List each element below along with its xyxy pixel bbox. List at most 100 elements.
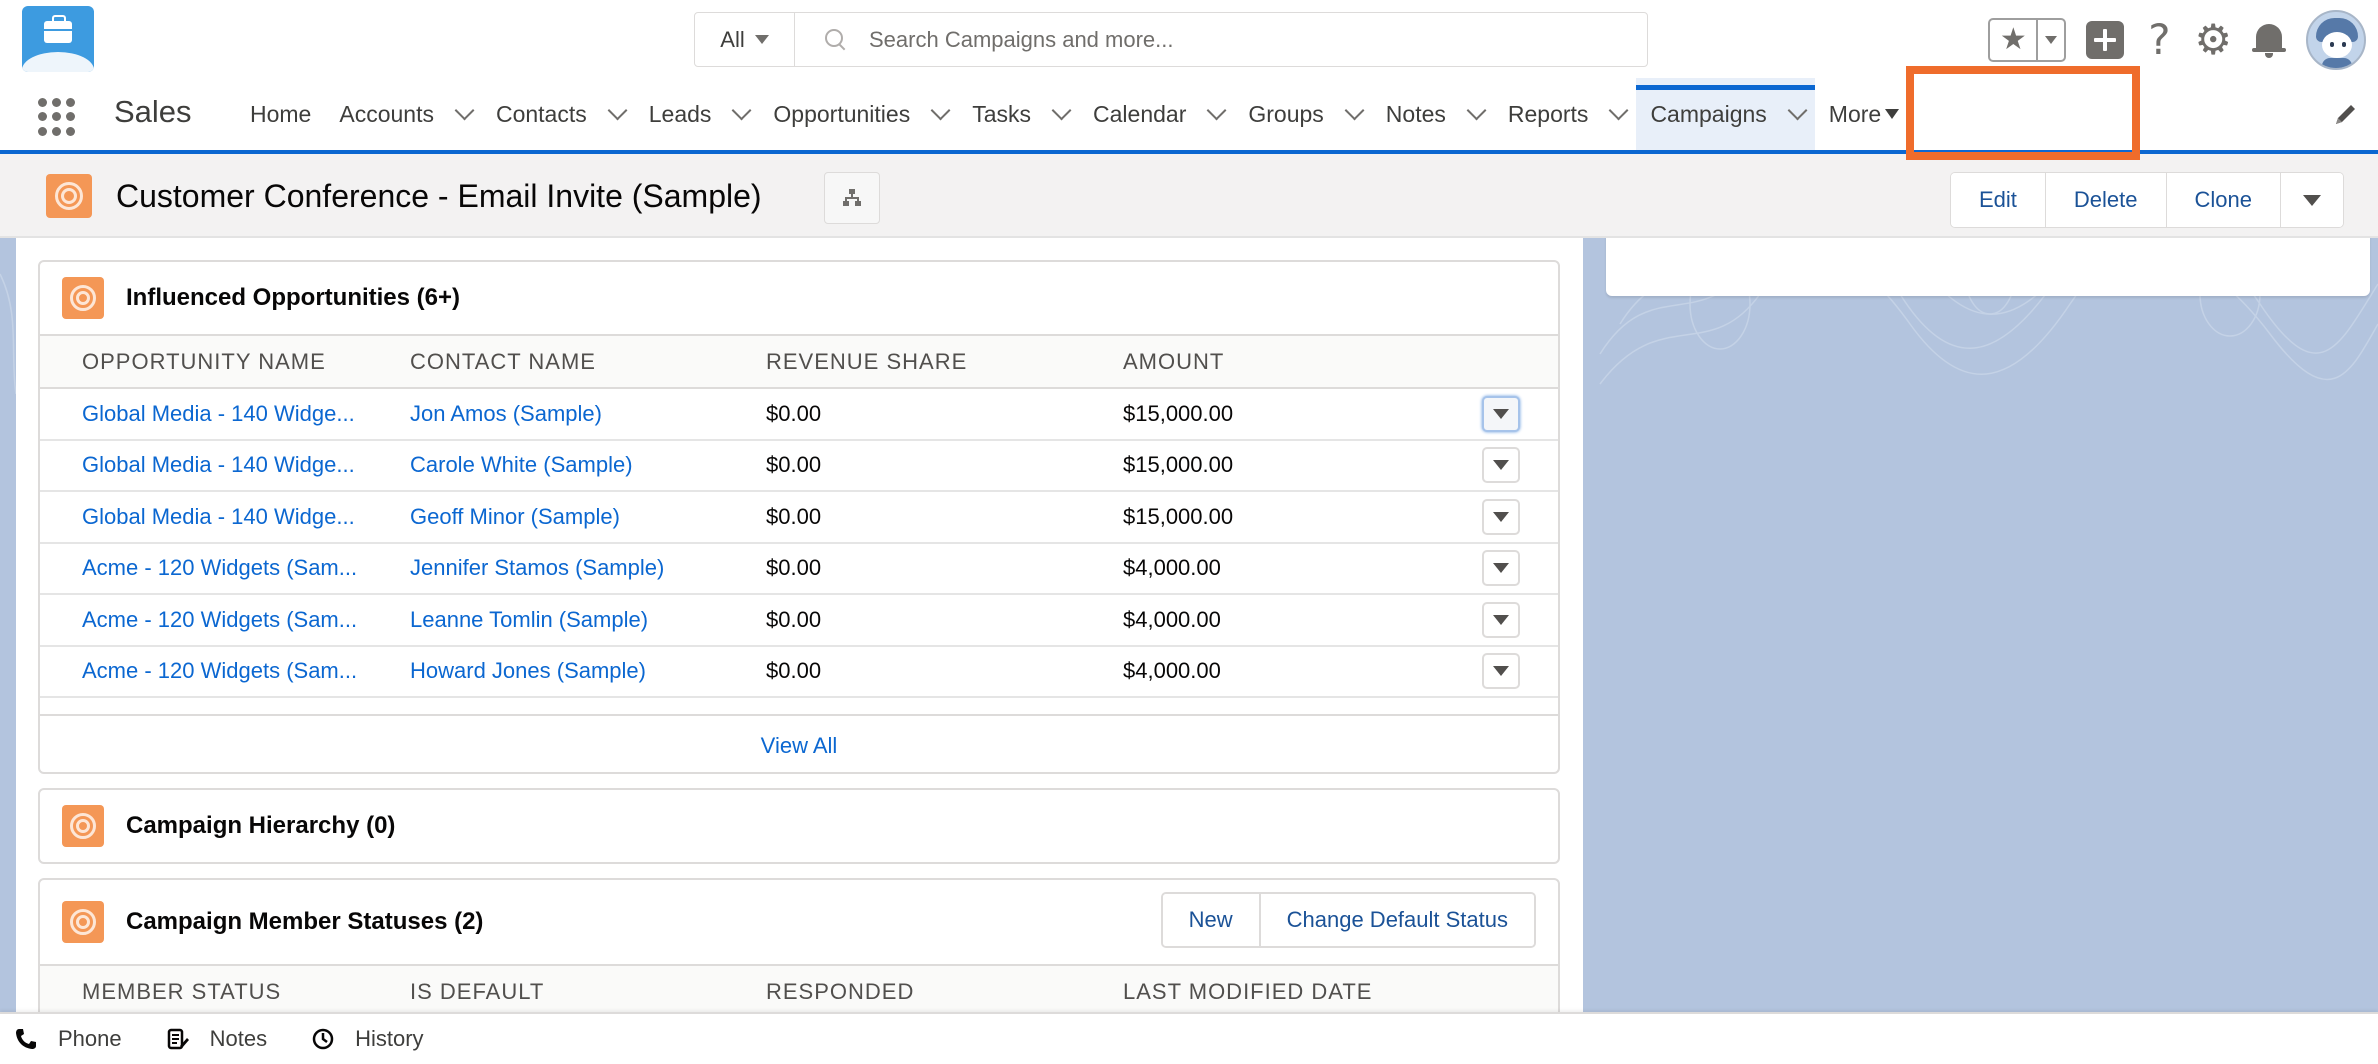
column-header: CONTACT NAME [410, 348, 596, 374]
utility-notes[interactable]: Notes [166, 1026, 267, 1052]
nav-tab-calendar[interactable]: Calendar [1079, 78, 1234, 150]
more-actions-button[interactable] [2281, 173, 2343, 227]
amount-cell: $15,000.00 [1123, 452, 1234, 478]
nav-tab-label: Groups [1248, 100, 1324, 127]
header-icons: ★ ? ⚙ [1988, 10, 2366, 70]
user-avatar[interactable] [2306, 10, 2366, 70]
nav-tab-accounts[interactable]: Accounts [325, 78, 482, 150]
opportunity-link[interactable]: Acme - 120 Widgets (Sam... [82, 555, 358, 582]
card-title[interactable]: Campaign Hierarchy (0) [126, 812, 395, 840]
utility-label: Phone [58, 1026, 122, 1051]
utility-label: History [355, 1026, 424, 1051]
chevron-down-icon[interactable] [1787, 100, 1808, 121]
view-hierarchy-button[interactable] [824, 172, 880, 224]
contact-link[interactable]: Leanne Tomlin (Sample) [410, 607, 750, 633]
caret-down-icon [754, 35, 769, 44]
utility-history[interactable]: History [311, 1026, 424, 1052]
revenue-share-cell: $0.00 [766, 503, 822, 529]
nav-tab-label: Contacts [495, 100, 587, 127]
caret-down-icon [1493, 408, 1509, 419]
nav-tab-leads[interactable]: Leads [635, 78, 760, 150]
chevron-down-icon[interactable] [454, 100, 475, 121]
column-header: RESPONDED [766, 978, 915, 1004]
caret-down-icon [1493, 460, 1509, 471]
search-input[interactable] [869, 26, 1629, 53]
row-actions-button[interactable] [1482, 498, 1520, 535]
opportunity-link[interactable]: Global Media - 140 Widge... [82, 452, 355, 479]
opportunity-link[interactable]: Global Media - 140 Widge... [82, 503, 355, 530]
amount-cell: $4,000.00 [1123, 658, 1221, 684]
nav-tab-contacts[interactable]: Contacts [482, 78, 635, 150]
amount-cell: $4,000.00 [1123, 555, 1221, 581]
chevron-down-icon[interactable] [1466, 100, 1487, 121]
campaign-hierarchy-card: Campaign Hierarchy (0) [38, 788, 1560, 864]
global-actions-plus-icon[interactable] [2086, 21, 2125, 59]
column-header: MEMBER STATUS [82, 978, 282, 1004]
nav-tab-reports[interactable]: Reports [1494, 78, 1637, 150]
caret-down-icon [2303, 194, 2321, 206]
chevron-down-icon[interactable] [1609, 100, 1629, 121]
clone-button[interactable]: Clone [2166, 173, 2281, 227]
notifications-bell-icon[interactable] [2252, 20, 2286, 60]
change-default-status-button[interactable]: Change Default Status [1260, 894, 1534, 946]
caret-down-icon [1493, 563, 1509, 574]
opportunity-link[interactable]: Acme - 120 Widgets (Sam... [82, 606, 358, 633]
nav-tab-groups[interactable]: Groups [1234, 78, 1371, 150]
nav-tab-opportunities[interactable]: Opportunities [759, 78, 958, 150]
column-header: LAST MODIFIED DATE [1123, 978, 1373, 1004]
contact-link[interactable]: Carole White (Sample) [410, 452, 750, 478]
search-scope-dropdown[interactable]: All [695, 13, 795, 66]
revenue-share-cell: $0.00 [766, 555, 822, 581]
chevron-down-icon[interactable] [1051, 100, 1072, 121]
edit-nav-pencil-icon[interactable] [2330, 100, 2360, 130]
column-header: IS DEFAULT [410, 978, 545, 1004]
chevron-down-icon[interactable] [930, 100, 951, 121]
row-actions-button[interactable] [1482, 550, 1520, 587]
favorites-group: ★ [1988, 18, 2067, 62]
influenced-opportunities-card: Influenced Opportunities (6+) OPPORTUNIT… [38, 260, 1560, 774]
setup-gear-icon[interactable]: ⚙ [2194, 19, 2232, 61]
org-logo[interactable] [22, 6, 94, 72]
contact-link[interactable]: Jon Amos (Sample) [410, 401, 750, 427]
campaign-member-statuses-card: Campaign Member Statuses (2) New Change … [38, 878, 1560, 1012]
card-title[interactable]: Campaign Member Statuses (2) [126, 908, 483, 936]
card-title[interactable]: Influenced Opportunities (6+) [126, 284, 460, 312]
contact-link[interactable]: Howard Jones (Sample) [410, 658, 750, 684]
nav-tab-notes[interactable]: Notes [1372, 78, 1494, 150]
card-header: Campaign Member Statuses (2) New Change … [40, 880, 1558, 964]
record-header: Customer Conference - Email Invite (Samp… [0, 154, 2378, 238]
nav-tab-home[interactable]: Home [236, 78, 325, 150]
row-actions-button[interactable] [1482, 601, 1520, 638]
delete-button[interactable]: Delete [2045, 173, 2167, 227]
opportunity-link[interactable]: Global Media - 140 Widge... [82, 400, 355, 427]
table-row: Acme - 120 Widgets (Sam... Leanne Tomlin … [40, 595, 1558, 647]
revenue-share-cell: $0.00 [766, 452, 822, 478]
nav-more-menu[interactable]: More [1815, 78, 1913, 150]
briefcase-icon [44, 15, 72, 43]
chevron-down-icon[interactable] [607, 100, 628, 121]
app-name: Sales [114, 94, 192, 129]
app-launcher-icon[interactable] [38, 98, 76, 136]
favorite-star-icon[interactable]: ★ [1990, 20, 2039, 60]
row-actions-button[interactable] [1482, 447, 1520, 484]
caret-down-icon [1493, 614, 1509, 625]
row-actions-button[interactable] [1482, 395, 1520, 432]
help-icon[interactable]: ? [2144, 19, 2174, 61]
row-actions-button[interactable] [1482, 653, 1520, 690]
nav-tab-tasks[interactable]: Tasks [958, 78, 1079, 150]
search-scope-label: All [720, 26, 745, 52]
edit-button[interactable]: Edit [1951, 173, 2046, 227]
favorites-menu-button[interactable] [2038, 20, 2064, 60]
new-status-button[interactable]: New [1162, 894, 1261, 946]
opportunity-link[interactable]: Acme - 120 Widgets (Sam... [82, 658, 358, 685]
chevron-down-icon[interactable] [1206, 100, 1227, 121]
contact-link[interactable]: Geoff Minor (Sample) [410, 504, 750, 530]
caret-down-icon [1493, 511, 1509, 522]
utility-phone[interactable]: Phone [14, 1026, 122, 1052]
global-header: All ★ ? ⚙ [0, 0, 2378, 78]
nav-tab-campaigns[interactable]: Campaigns [1636, 78, 1816, 150]
chevron-down-icon[interactable] [732, 100, 752, 121]
chevron-down-icon[interactable] [1344, 100, 1365, 121]
view-all-link[interactable]: View All [761, 733, 838, 759]
contact-link[interactable]: Jennifer Stamos (Sample) [410, 555, 750, 581]
